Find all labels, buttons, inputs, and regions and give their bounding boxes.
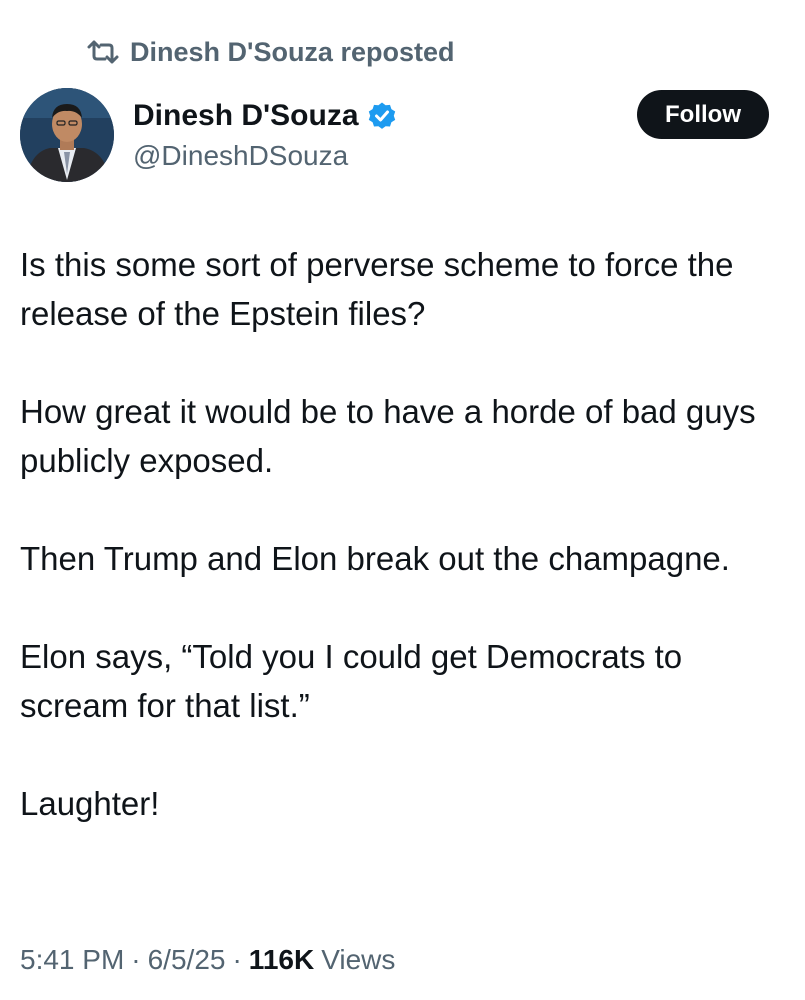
tweet-time[interactable]: 5:41 PM [20,944,124,976]
name-row: Dinesh D'Souza [133,96,397,136]
meta-separator: · [131,944,141,975]
avatar[interactable] [20,88,114,182]
meta-separator: · [232,944,242,975]
author-display-name[interactable]: Dinesh D'Souza [133,99,359,133]
tweet-paragraph: Laughter! [20,785,160,822]
repost-indicator[interactable]: Dinesh D'Souza reposted [86,34,454,70]
tweet-meta: 5:41 PM · 6/5/25 · 116K Views [20,940,395,980]
tweet-text: Is this some sort of perverse scheme to … [20,240,790,877]
tweet-date[interactable]: 6/5/25 [148,944,226,976]
verified-badge-icon[interactable] [367,101,397,131]
follow-button[interactable]: Follow [637,90,769,139]
author-handle[interactable]: @DineshDSouza [133,140,397,172]
repost-icon [86,39,120,65]
author-block: Dinesh D'Souza @DineshDSouza [133,96,397,172]
views-label[interactable]: Views [321,944,395,976]
repost-text: Dinesh D'Souza reposted [130,36,455,67]
tweet-paragraph: Is this some sort of perverse scheme to … [20,246,734,332]
tweet-paragraph: Elon says, “Told you I could get Democra… [20,638,683,724]
views-count[interactable]: 116K [249,944,314,976]
tweet-paragraph: How great it would be to have a horde of… [20,393,756,479]
tweet-paragraph: Then Trump and Elon break out the champa… [20,540,730,577]
